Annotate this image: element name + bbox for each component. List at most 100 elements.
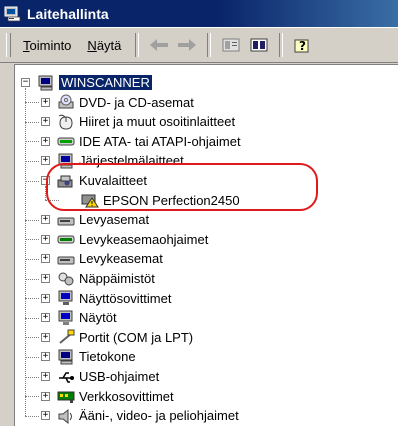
tree-category-item[interactable]: Ääni-, video- ja peliohjaimet [57, 406, 239, 425]
tree-item-label: EPSON Perfection2450 [103, 192, 240, 208]
tree-category-item[interactable]: Hiiret ja muut osoitinlaitteet [57, 112, 235, 131]
tree-item-label: Verkkosovittimet [79, 388, 174, 404]
tree-item-label: DVD- ja CD-asemat [79, 94, 194, 110]
tree-connector [25, 102, 39, 104]
tree-connector [25, 141, 39, 143]
tree-category-item[interactable]: Näytöt [57, 308, 117, 327]
tree-connector [25, 278, 39, 280]
tree-item-label: Ääni-, video- ja peliohjaimet [79, 408, 239, 424]
title-bar[interactable]: Laitehallinta [0, 0, 398, 27]
menu-nayta-mnemonic: N [87, 37, 97, 53]
tree-connector [45, 186, 46, 201]
tree-child-item[interactable]: EPSON Perfection2450 [81, 191, 240, 210]
floppy-drive-icon [57, 256, 75, 265]
back-arrow-icon [150, 39, 169, 51]
help-button[interactable]: ? [291, 34, 315, 56]
expand-toggle[interactable]: + [41, 332, 50, 342]
tree-connector [25, 317, 39, 319]
port-icon [59, 329, 75, 345]
tree-connector [25, 88, 26, 416]
toolbar-grip[interactable] [6, 33, 11, 57]
computer-icon [38, 75, 53, 90]
tree-item-label: Levyasemat [79, 212, 150, 228]
ide-controller-icon [57, 137, 75, 146]
svg-text:?: ? [299, 39, 306, 53]
toolbar-separator [135, 33, 140, 57]
imaging-device-icon [57, 175, 73, 187]
tree-category-item[interactable]: Tietokone [57, 347, 136, 366]
tree-item-label: WINSCANNER [59, 75, 152, 90]
properties-icon [222, 38, 240, 52]
expand-toggle[interactable]: + [41, 313, 50, 323]
expand-toggle[interactable]: + [41, 391, 50, 401]
tree-item-label: IDE ATA- tai ATAPI-ohjaimet [79, 133, 241, 149]
tree-item-label: Tietokone [79, 349, 136, 365]
properties-button[interactable] [219, 34, 243, 56]
expand-toggle[interactable]: + [41, 234, 50, 244]
tree-item-label: Kuvalaitteet [79, 173, 147, 188]
tree-category-item[interactable]: IDE ATA- tai ATAPI-ohjaimet [57, 132, 241, 151]
expand-toggle[interactable]: + [41, 97, 50, 107]
tree-category-item[interactable]: Näyttösovittimet [57, 289, 171, 308]
expand-toggle[interactable]: + [41, 293, 50, 303]
expand-toggle[interactable]: + [41, 352, 50, 362]
usb-icon [59, 371, 74, 383]
forward-arrow-icon [178, 39, 197, 51]
tree-category-item[interactable]: Levyasemat [57, 210, 149, 229]
tree-connector [25, 121, 39, 123]
tree-connector [25, 415, 39, 417]
menu-nayta-rest: äytä [96, 37, 122, 53]
system-devices-icon [58, 153, 73, 169]
floppy-controller-icon [57, 235, 75, 244]
toolbar-separator [207, 33, 212, 57]
tree-category-item[interactable]: Levykeasemaohjaimet [57, 230, 208, 249]
expand-toggle[interactable]: + [41, 136, 50, 146]
tree-category-item[interactable]: Kuvalaitteet [57, 171, 147, 190]
expand-toggle[interactable]: + [41, 254, 50, 264]
tree-item-label: Järjestelmälaitteet [79, 153, 184, 169]
tree-category-item[interactable]: Näppäimistöt [57, 269, 155, 288]
expand-toggle[interactable]: + [41, 117, 50, 127]
view-button[interactable] [247, 34, 271, 56]
device-tree[interactable]: WINSCANNER − DVD- ja CD-asemat + Hiiret ja m… [14, 64, 398, 426]
toolbar-separator [279, 33, 284, 57]
toolbar: Toiminto Näytä ? [0, 27, 398, 63]
view-icon [250, 38, 268, 52]
sound-icon [58, 408, 72, 424]
tree-category-item[interactable]: Verkkosovittimet [57, 387, 174, 406]
tree-root-winscanner[interactable]: WINSCANNER [37, 73, 152, 92]
tree-connector [25, 337, 39, 339]
tree-connector [25, 258, 39, 260]
help-icon: ? [294, 39, 309, 53]
tree-category-item[interactable]: Järjestelmälaitteet [57, 151, 184, 170]
expand-toggle[interactable]: + [41, 215, 50, 225]
tree-connector [25, 376, 39, 378]
tree-category-item[interactable]: USB-ohjaimet [57, 367, 159, 386]
expand-toggle[interactable]: + [41, 372, 50, 381]
tree-category-item[interactable]: DVD- ja CD-asemat [57, 93, 194, 112]
monitor-icon [58, 310, 73, 325]
expand-toggle[interactable]: + [41, 411, 50, 421]
tree-connector [25, 298, 39, 300]
device-manager-icon [4, 6, 21, 21]
tree-item-label: Näppäimistöt [79, 271, 155, 286]
tree-item-label: Hiiret ja muut osoitinlaitteet [79, 114, 236, 130]
mouse-icon [58, 114, 73, 130]
floppy-drive-icon [57, 217, 75, 226]
tree-category-item[interactable]: Levykeasemat [57, 249, 163, 268]
menu-toiminto-rest: oiminto [29, 37, 72, 53]
menu-nayta[interactable]: Näytä [79, 35, 129, 56]
expand-toggle[interactable]: + [41, 274, 50, 283]
tree-connector [25, 396, 39, 398]
tree-item-label: Näytöt [79, 310, 117, 326]
tree-category-item[interactable]: Portit (COM ja LPT) [57, 328, 193, 347]
menu-toiminto[interactable]: Toiminto [15, 35, 79, 56]
display-adapter-icon [58, 290, 73, 306]
back-button[interactable] [147, 34, 171, 56]
cdrom-icon [58, 94, 74, 109]
collapse-toggle[interactable]: − [41, 176, 50, 185]
expand-toggle[interactable]: + [41, 156, 50, 166]
forward-button[interactable] [175, 34, 199, 56]
tree-connector [25, 219, 39, 221]
collapse-toggle[interactable]: − [21, 78, 30, 87]
